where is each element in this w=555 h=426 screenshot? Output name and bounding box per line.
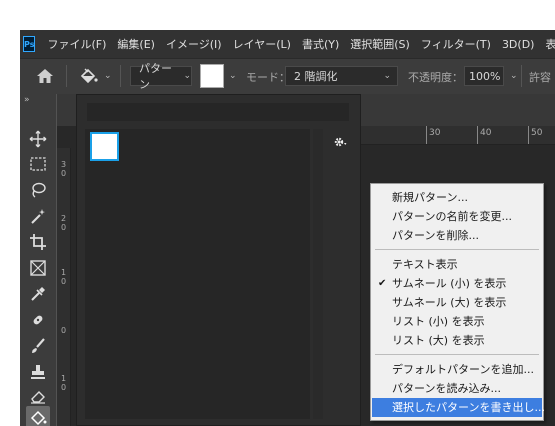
pattern-name-bar <box>87 103 349 121</box>
menu-type[interactable]: 書式(Y) <box>302 36 339 52</box>
tolerance-label: 許容 <box>529 71 551 84</box>
paint-bucket-tool-icon[interactable] <box>26 406 50 426</box>
menu-item-add-default-patterns[interactable]: デフォルトパターンを追加... <box>372 360 542 379</box>
chevron-down-icon: ⌄ <box>183 71 191 81</box>
divider <box>521 65 522 87</box>
menu-item-label: サムネール (小) を表示 <box>392 277 507 290</box>
paint-bucket-icon[interactable] <box>78 67 98 85</box>
menu-view[interactable]: 表示(V) <box>545 36 555 52</box>
checkmark-icon: ✔ <box>378 278 387 289</box>
menu-item-small-thumbnail[interactable]: ✔ サムネール (小) を表示 <box>372 274 542 293</box>
fill-source-select[interactable]: パターン ⌄ <box>130 62 192 91</box>
photoshop-logo: Ps <box>23 36 36 52</box>
lasso-tool-icon[interactable] <box>26 178 50 202</box>
marquee-tool-icon[interactable] <box>26 152 50 176</box>
crop-tool-icon[interactable] <box>26 230 50 254</box>
menu-image[interactable]: イメージ(I) <box>166 36 222 52</box>
menu-edit[interactable]: 編集(E) <box>117 36 155 52</box>
brush-tool-icon[interactable] <box>26 334 50 358</box>
pattern-swatch-button[interactable] <box>200 64 224 88</box>
ruler-label: 0 <box>61 326 67 335</box>
menu-item-large-list[interactable]: リスト (大) を表示 <box>372 331 542 350</box>
menu-select[interactable]: 選択範囲(S) <box>350 36 410 52</box>
tools-panel: » <box>20 94 56 426</box>
menu-layer[interactable]: レイヤー(L) <box>233 36 291 52</box>
options-bar: ⌄ パターン ⌄ ⌄ モード： 2 階調化 ⌄ 不透明度： 100% ⌄ 許容 <box>20 58 555 94</box>
clone-stamp-tool-icon[interactable] <box>26 360 50 384</box>
ruler-label: 2 0 <box>61 214 67 232</box>
ruler-label: 50 <box>531 128 543 138</box>
photoshop-window: Ps ファイル(F) 編集(E) イメージ(I) レイヤー(L) 書式(Y) 選… <box>20 30 555 426</box>
frame-tool-icon[interactable] <box>26 256 50 280</box>
pattern-grid <box>85 129 310 419</box>
ruler-label: 1 0 <box>61 268 67 286</box>
menu-3d[interactable]: 3D(D) <box>502 38 535 51</box>
eyedropper-tool-icon[interactable] <box>26 282 50 306</box>
ruler-tick <box>477 126 478 144</box>
mode-label: モード： <box>246 71 290 84</box>
pattern-picker-chevron-icon[interactable]: ⌄ <box>229 71 237 81</box>
menu-item-load-patterns[interactable]: パターンを読み込み... <box>372 379 542 398</box>
tool-preset-chevron-icon[interactable]: ⌄ <box>104 71 112 81</box>
menu-divider <box>375 354 539 355</box>
menu-bar: Ps ファイル(F) 編集(E) イメージ(I) レイヤー(L) 書式(Y) 選… <box>20 30 555 58</box>
menu-item-rename-pattern[interactable]: パターンの名前を変更... <box>372 207 542 226</box>
mode-select[interactable]: 2 階調化 ⌄ <box>285 66 398 86</box>
horizontal-ruler: 30 40 50 <box>342 126 555 145</box>
menu-item-large-thumbnail[interactable]: サムネール (大) を表示 <box>372 293 542 312</box>
menu-item-text-only[interactable]: テキスト表示 <box>372 255 542 274</box>
pattern-grid-scrollbar[interactable] <box>313 129 323 419</box>
pattern-thumbnail-selected[interactable] <box>90 132 119 161</box>
pattern-context-menu: 新規パターン... パターンの名前を変更... パターンを削除... テキスト表… <box>370 183 545 421</box>
divider <box>120 65 121 87</box>
divider <box>66 65 67 87</box>
magic-wand-tool-icon[interactable] <box>26 204 50 228</box>
menu-item-small-list[interactable]: リスト (小) を表示 <box>372 312 542 331</box>
ruler-label: 1 0 <box>61 374 67 392</box>
opacity-chevron-icon[interactable]: ⌄ <box>510 71 518 81</box>
ruler-tick <box>528 126 529 144</box>
opacity-input[interactable]: 100% <box>464 66 504 86</box>
collapse-panel-icon[interactable]: » <box>24 95 30 105</box>
gear-icon[interactable] <box>329 133 351 151</box>
menu-divider <box>375 249 539 250</box>
menu-item-new-pattern[interactable]: 新規パターン... <box>372 188 542 207</box>
chevron-down-icon: ⌄ <box>383 71 391 81</box>
menu-file[interactable]: ファイル(F) <box>47 36 106 52</box>
move-tool-icon[interactable] <box>26 127 50 151</box>
healing-brush-tool-icon[interactable] <box>26 308 50 332</box>
opacity-label: 不透明度： <box>408 71 463 84</box>
menu-item-export-selected-patterns[interactable]: 選択したパターンを書き出し... <box>372 398 545 417</box>
eraser-tool-icon[interactable] <box>26 384 50 408</box>
pattern-picker-panel <box>76 94 361 426</box>
home-icon[interactable] <box>36 68 54 84</box>
vertical-ruler: 3 0 2 0 1 0 0 1 0 <box>57 148 71 426</box>
menu-filter[interactable]: フィルター(T) <box>421 36 491 52</box>
mode-value: 2 階調化 <box>294 70 338 83</box>
ruler-label: 40 <box>480 128 492 138</box>
ruler-label: 30 <box>429 128 441 138</box>
menu-item-delete-pattern[interactable]: パターンを削除... <box>372 226 542 245</box>
fill-source-value: パターン <box>139 62 172 91</box>
ruler-label: 3 0 <box>61 160 67 178</box>
ruler-tick <box>426 126 427 144</box>
